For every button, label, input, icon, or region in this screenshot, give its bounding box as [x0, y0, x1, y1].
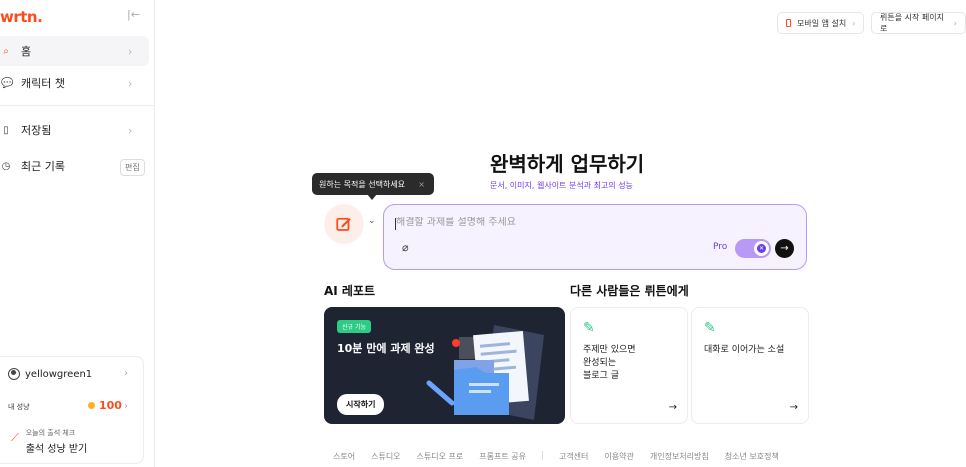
suggest-card-text: 대화로 이어가는 소설 — [704, 345, 785, 355]
sidebar-item-home[interactable]: ⌕ 홈 › — [0, 36, 149, 66]
footer-link-studio-pro[interactable]: 스튜디오 프로 — [417, 451, 464, 462]
sidebar: wrtn. |← ⌕ 홈 › 💬 캐릭터 챗 › ▯ 저장됨 › ◷ 최근 기록… — [0, 0, 155, 467]
ai-report-title: 10분 만에 과제 완성 — [337, 342, 435, 355]
pro-label: Pro — [713, 242, 728, 252]
toggle-knob: ✕ — [754, 241, 769, 256]
start-page-label: 뤼튼을 시작 페이지로 — [880, 13, 944, 33]
username: yellowgreen1 — [25, 368, 93, 380]
pro-toggle[interactable]: ✕ — [735, 239, 771, 258]
phone-icon — [786, 19, 791, 27]
send-button[interactable]: → — [775, 239, 794, 258]
ai-report-section-title: AI 레포트 — [324, 284, 376, 298]
profile-row[interactable]: yellowgreen1 — [8, 368, 92, 380]
mobile-app-label: 모바일 앱 설치 — [797, 18, 847, 28]
pro-mode-icon: ✕ — [757, 244, 766, 253]
chevron-right-icon: › — [124, 368, 128, 379]
match-stick-icon: ⟋ — [11, 431, 19, 444]
points-value[interactable]: 100 — [88, 399, 122, 412]
others-section-title: 다른 사람들은 뤼튼에게 — [570, 284, 689, 298]
logo[interactable]: wrtn. — [0, 8, 43, 26]
footer-link-youth[interactable]: 청소년 보호정책 — [725, 451, 779, 462]
footer-link-privacy[interactable]: 개인정보처리방침 — [650, 451, 709, 462]
footer-link-prompt-share[interactable]: 프롬프트 공유 — [479, 451, 526, 462]
footer-link-terms[interactable]: 이용약관 — [604, 451, 633, 462]
clock-icon: ◷ — [1, 160, 11, 172]
suggest-card-novel[interactable]: ✎ 대화로 이어가는 소설 → — [691, 307, 809, 424]
checkin-button[interactable]: ⟋ 오늘의 출석 체크 출석 성냥 받기 — [11, 428, 87, 455]
footer-link-support[interactable]: 고객센터 — [559, 451, 588, 462]
sidebar-item-label: 캐릭터 챗 — [21, 77, 65, 90]
quill-icon: ✎ — [583, 320, 595, 336]
sidebar-item-saved[interactable]: ▯ 저장됨 › — [0, 115, 149, 145]
sidebar-item-label: 최근 기록 — [21, 160, 65, 173]
start-button[interactable]: 시작하기 — [337, 394, 385, 415]
chevron-down-icon[interactable]: ⌄ — [368, 216, 376, 226]
sidebar-item-character-chat[interactable]: 💬 캐릭터 챗 › — [0, 68, 149, 98]
chevron-right-icon: › — [852, 18, 856, 28]
footer-link-store[interactable]: 스토어 — [333, 451, 355, 462]
footer: 스토어 스튜디오 스튜디오 프로 프롬프트 공유 고객센터 이용약관 개인정보처… — [333, 451, 795, 462]
prompt-box: ⌀ Pro ✕ → — [383, 204, 807, 270]
purpose-tooltip: 원하는 목적을 선택하세요 × — [312, 173, 434, 200]
points-number: 100 — [99, 399, 122, 412]
quill-icon: ✎ — [704, 320, 716, 336]
match-icon — [88, 402, 95, 409]
sidebar-item-label: 저장됨 — [21, 124, 52, 137]
close-icon[interactable]: × — [418, 180, 425, 189]
chevron-right-icon: › — [128, 76, 133, 90]
footer-separator — [541, 451, 543, 460]
arrow-right-icon: → — [668, 402, 677, 413]
chevron-right-icon: › — [124, 401, 128, 412]
start-page-button[interactable]: 뤼튼을 시작 페이지로 › — [871, 12, 966, 34]
attach-icon[interactable]: ⌀ — [402, 241, 409, 254]
page-subtitle: 문서, 이미지, 웹사이트 분석과 최고의 성능 — [490, 181, 633, 190]
suggest-card-blog[interactable]: ✎ 주제만 있으면 완성되는 블로그 글 → — [570, 307, 688, 424]
sidebar-divider — [0, 105, 155, 106]
prompt-input[interactable] — [396, 217, 776, 228]
avatar-icon — [8, 368, 20, 380]
checkin-main: 출석 성냥 받기 — [25, 444, 88, 455]
arrow-right-icon: → — [780, 243, 789, 254]
chevron-right-icon: › — [128, 123, 133, 137]
profile-card: yellowgreen1 › 내 성냥 100 › ⟋ 오늘의 출석 체크 출석… — [0, 356, 144, 464]
purpose-select-button[interactable] — [324, 204, 364, 244]
checkin-sub: 오늘의 출석 체크 — [25, 429, 76, 437]
arrow-right-icon: → — [789, 402, 798, 413]
tooltip-text: 원하는 목적을 선택하세요 — [319, 179, 406, 189]
app-root: wrtn. |← ⌕ 홈 › 💬 캐릭터 챗 › ▯ 저장됨 › ◷ 최근 기록… — [0, 0, 966, 467]
report-illustration — [426, 325, 544, 420]
ai-report-card[interactable]: 신규 기능 10분 만에 과제 완성 시작하기 — [324, 307, 565, 424]
search-icon: ⌕ — [3, 45, 9, 57]
collapse-sidebar-icon[interactable]: |← — [127, 8, 140, 21]
new-feature-badge: 신규 기능 — [337, 320, 371, 333]
page-title: 완벽하게 업무하기 — [490, 152, 645, 176]
sidebar-item-label: 홈 — [21, 45, 32, 58]
edit-icon — [336, 217, 351, 231]
mobile-app-button[interactable]: 모바일 앱 설치 › — [777, 12, 865, 34]
edit-recent-button[interactable]: 편집 — [120, 159, 145, 176]
chevron-right-icon: › — [953, 18, 957, 28]
footer-link-studio[interactable]: 스튜디오 — [371, 451, 400, 462]
chat-icon: 💬 — [1, 77, 14, 89]
points-label: 내 성냥 — [8, 403, 30, 411]
chevron-right-icon: › — [128, 44, 133, 58]
bookmark-icon: ▯ — [3, 124, 9, 136]
suggest-card-text: 주제만 있으면 완성되는 블로그 글 — [583, 345, 636, 381]
